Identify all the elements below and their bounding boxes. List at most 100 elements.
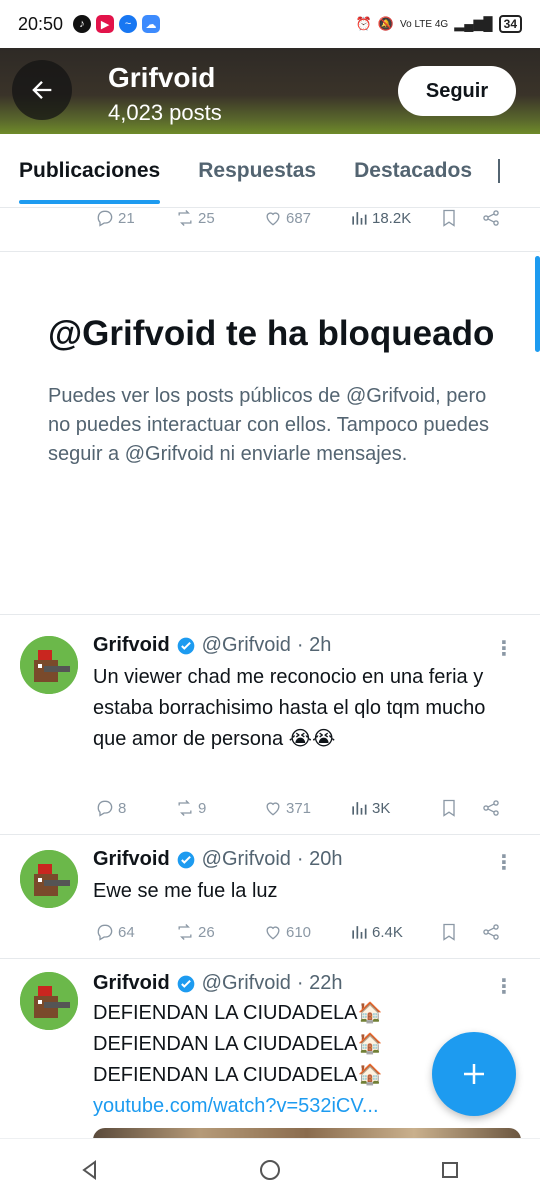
views-count: 18.2K <box>372 209 412 227</box>
reply-icon <box>97 800 113 817</box>
blocked-text: Puedes ver los posts públicos de @Grifvo… <box>48 385 490 465</box>
heart-icon <box>266 802 280 816</box>
heart-icon <box>266 212 280 226</box>
tweet-author-name[interactable]: Grifvoid <box>93 972 170 995</box>
bookmark-button[interactable] <box>439 208 481 228</box>
views-icon <box>352 802 367 815</box>
avatar[interactable] <box>20 972 78 1030</box>
tweet-handle[interactable]: @Grifvoid <box>202 634 291 657</box>
tweet-actions: 8 9 371 3K <box>95 796 515 820</box>
tiktok-icon: ♪ <box>73 15 92 33</box>
youtube-icon: ▶ <box>96 15 115 33</box>
tweet-author-name[interactable]: Grifvoid <box>93 634 170 657</box>
bookmark-button[interactable] <box>439 798 481 818</box>
signal-icon: ▂▄▆█ <box>454 16 493 31</box>
heart-icon <box>266 926 280 940</box>
views-button[interactable]: 18.2K <box>349 208 439 228</box>
tweet[interactable]: Grifvoid @Grifvoid · 2h ⋮ Un viewer chad… <box>0 614 540 834</box>
like-count: 371 <box>286 799 312 817</box>
plus-icon <box>464 1064 484 1084</box>
repost-count: 9 <box>198 799 207 817</box>
views-count: 6.4K <box>372 923 403 941</box>
share-icon <box>483 210 499 226</box>
tab-destacados[interactable]: Destacados <box>354 134 472 207</box>
avatar[interactable] <box>20 850 78 908</box>
status-right: ⏰ 🔕 Vo LTE 4G ▂▄▆█ 34 <box>356 15 522 33</box>
back-button[interactable] <box>12 60 72 120</box>
like-button[interactable]: 610 <box>263 922 349 942</box>
tweet-time: · 22h <box>296 972 343 994</box>
repost-button[interactable]: 25 <box>175 208 263 228</box>
profile-name: Grifvoid <box>108 62 216 93</box>
views-icon <box>352 926 367 939</box>
tweet-handle[interactable]: @Grifvoid <box>202 972 291 995</box>
views-button[interactable]: 6.4K <box>349 922 439 942</box>
tweet-line: DEFIENDAN LA CIUDADELA🏠 <box>93 1002 383 1024</box>
tweet-time: · 20h <box>296 848 343 870</box>
more-options-icon[interactable]: ⋮ <box>494 636 514 661</box>
tweet-header: Grifvoid @Grifvoid · 22h <box>93 972 342 995</box>
repost-count: 26 <box>198 923 215 941</box>
reply-button[interactable]: 21 <box>95 208 175 228</box>
verified-badge-icon <box>177 975 195 992</box>
verified-badge-icon <box>177 851 195 868</box>
profile-tabs: Publicaciones Respuestas Destacados <box>0 134 540 208</box>
tweet-text: Un viewer chad me reconocio en una feria… <box>93 666 486 750</box>
blocked-title: @Grifvoid te ha bloqueado <box>48 314 495 353</box>
share-icon <box>483 800 499 816</box>
repost-button[interactable]: 9 <box>175 798 263 818</box>
tweet-text: Ewe se me fue la luz <box>93 880 278 902</box>
repost-count: 25 <box>198 209 215 227</box>
share-button[interactable] <box>481 208 501 228</box>
tweet-handle[interactable]: @Grifvoid <box>202 848 291 871</box>
battery-icon: 34 <box>498 15 522 33</box>
avatar-image <box>20 850 78 908</box>
cloud-icon: ☁ <box>142 15 161 33</box>
mute-icon: 🔕 <box>377 16 395 31</box>
compose-button[interactable] <box>432 1032 516 1116</box>
like-button[interactable]: 371 <box>263 798 349 818</box>
bookmark-button[interactable] <box>439 922 481 942</box>
alarm-icon: ⏰ <box>355 16 372 31</box>
tab-respuestas[interactable]: Respuestas <box>198 134 316 207</box>
scroll-indicator[interactable] <box>535 256 540 352</box>
more-options-icon[interactable]: ⋮ <box>494 974 514 999</box>
bookmark-icon <box>443 923 455 941</box>
reply-button[interactable]: 8 <box>95 798 175 818</box>
reply-icon <box>97 924 113 941</box>
tweet[interactable]: Grifvoid @Grifvoid · 20h ⋮ Ewe se me fue… <box>0 834 540 958</box>
share-button[interactable] <box>481 798 501 818</box>
repost-icon <box>178 924 192 940</box>
avatar-image <box>20 972 78 1030</box>
tweet-author-name[interactable]: Grifvoid <box>93 848 170 871</box>
bookmark-icon <box>443 209 455 227</box>
reply-button[interactable]: 64 <box>95 922 175 942</box>
nav-back-icon[interactable] <box>78 1158 102 1182</box>
avatar[interactable] <box>20 636 78 694</box>
profile-header: Grifvoid 4,023 posts Seguir <box>0 48 540 134</box>
views-count: 3K <box>372 799 391 817</box>
status-time: 20:50 <box>18 13 64 34</box>
share-icon <box>483 924 499 940</box>
repost-button[interactable]: 26 <box>175 922 263 942</box>
tab-publicaciones[interactable]: Publicaciones <box>19 134 161 207</box>
blocked-notice: @Grifvoid te ha bloqueado Puedes ver los… <box>48 312 508 469</box>
status-bar: 20:50 ♪ ▶ ~ ☁ ⏰ 🔕 Vo LTE 4G ▂▄▆█ 34 <box>0 0 540 48</box>
tab-overflow[interactable] <box>498 158 508 183</box>
like-button[interactable]: 687 <box>263 208 349 228</box>
tweet-header: Grifvoid @Grifvoid · 20h <box>93 848 342 871</box>
status-app-icons: ♪ ▶ ~ ☁ <box>73 15 161 33</box>
more-options-icon[interactable]: ⋮ <box>494 850 514 875</box>
tweet-time: · 2h <box>296 634 332 656</box>
follow-button[interactable]: Seguir <box>398 66 516 116</box>
post-count: 4,023 posts <box>108 100 222 125</box>
messenger-icon: ~ <box>119 15 138 33</box>
share-button[interactable] <box>481 922 501 942</box>
system-nav-bar <box>0 1138 540 1200</box>
views-button[interactable]: 3K <box>349 798 439 818</box>
reply-icon <box>97 210 113 227</box>
nav-home-icon[interactable] <box>258 1158 282 1182</box>
bookmark-icon <box>443 799 455 817</box>
nav-recents-icon[interactable] <box>438 1158 462 1182</box>
post-actions: 21 25 687 18.2K <box>95 206 515 230</box>
